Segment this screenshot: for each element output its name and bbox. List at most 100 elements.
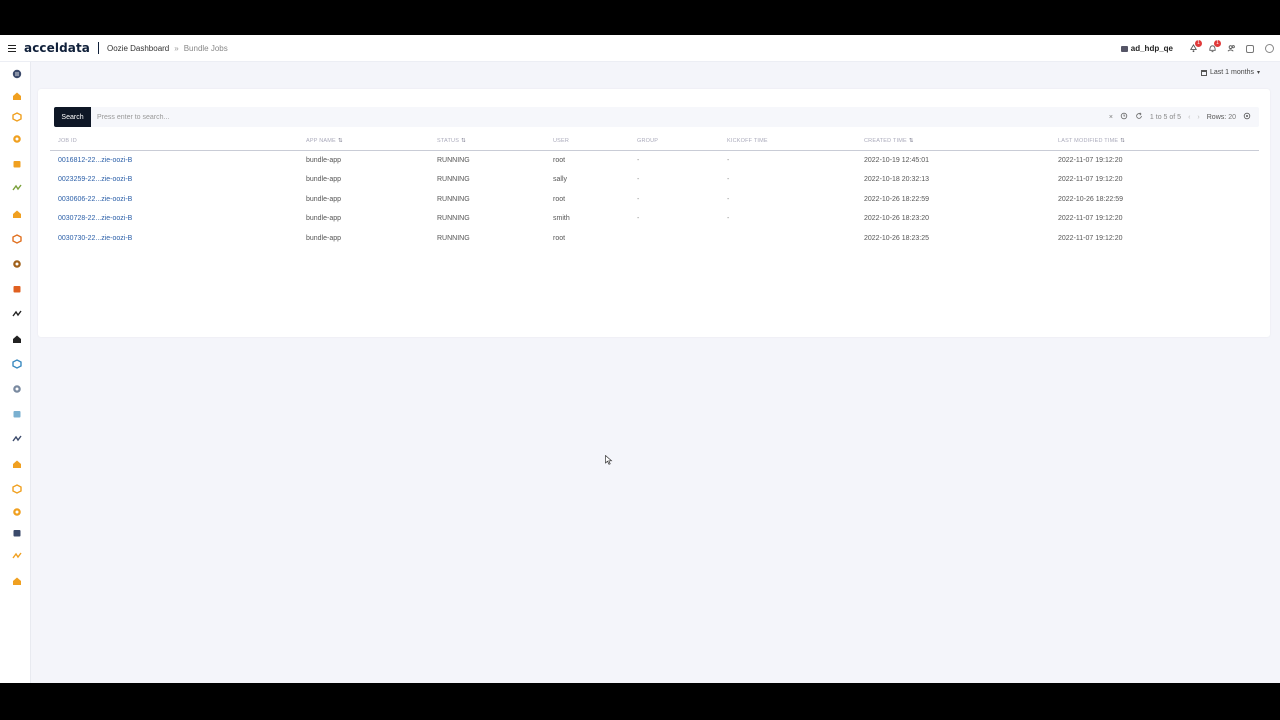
spark-icon[interactable] bbox=[11, 233, 22, 244]
search-bar: Search × 1 to 5 of 5 ‹ › Rows: 20 bbox=[54, 107, 1259, 127]
wave-icon[interactable] bbox=[11, 408, 22, 419]
server-icon[interactable] bbox=[11, 527, 22, 538]
network-icon[interactable] bbox=[11, 333, 22, 344]
yarn-icon[interactable] bbox=[11, 182, 22, 193]
trend-icon[interactable] bbox=[11, 283, 22, 294]
search-button[interactable]: Search bbox=[54, 107, 91, 127]
table-cell-kickoff-time: - bbox=[727, 195, 730, 203]
oozie-icon[interactable] bbox=[11, 433, 22, 444]
table-row[interactable]: 0016812-22...zie-oozi-B bundle-app RUNNING… bbox=[50, 151, 1259, 170]
column-header-label: APP NAME bbox=[306, 138, 336, 144]
job-id-link[interactable]: 0016812-22...zie-oozi-B bbox=[58, 157, 132, 164]
table-cell-status: RUNNING bbox=[437, 176, 470, 184]
history-icon[interactable] bbox=[1120, 112, 1128, 122]
table-cell-last-modified-time: 2022-11-07 19:12:20 bbox=[1058, 176, 1123, 184]
job-id-link[interactable]: 0030730-22...zie-oozi-B bbox=[58, 235, 132, 242]
table-cell-created-time: 2022-10-26 18:23:20 bbox=[864, 215, 929, 223]
rows-per-page-select[interactable]: 20 bbox=[1228, 114, 1236, 121]
table-cell-kickoff-time: - bbox=[727, 215, 730, 223]
notifications-bell-icon[interactable]: 1 bbox=[1207, 39, 1221, 54]
table-cell-last-modified-time: 2022-11-07 19:12:20 bbox=[1058, 215, 1123, 223]
column-header-label: CREATED TIME bbox=[864, 138, 907, 144]
calendar-icon bbox=[1201, 69, 1207, 76]
column-header-app-name[interactable]: APP NAME ⇅ bbox=[306, 138, 343, 144]
pagination-summary: 1 to 5 of 5 bbox=[1149, 113, 1182, 121]
grid-icon[interactable] bbox=[11, 506, 22, 517]
table-row[interactable]: 0030728-22...zie-oozi-B bundle-app RUNNING… bbox=[50, 209, 1259, 228]
column-header-group: GROUP bbox=[637, 138, 658, 144]
table-cell-group: - bbox=[637, 215, 640, 223]
top-header: acceldata Oozie Dashboard » Bundle Jobs … bbox=[0, 35, 1280, 62]
table-cell-kickoff-time: - bbox=[727, 157, 730, 164]
table-toolbar: × 1 to 5 of 5 ‹ › Rows: 20 bbox=[1109, 112, 1259, 122]
table-cell-app-name: bundle-app bbox=[306, 215, 342, 223]
table-cell-app-name: bundle-app bbox=[306, 234, 342, 242]
column-header-created-time[interactable]: CREATED TIME ⇅ bbox=[864, 138, 914, 144]
clear-search-icon[interactable]: × bbox=[1109, 114, 1113, 121]
acceldata-logo[interactable]: acceldata bbox=[24, 41, 90, 55]
bundle-jobs-table: JOB ID APP NAME ⇅ STATUS ⇅ USER GROUP KICKOFF T… bbox=[50, 133, 1259, 248]
chevron-down-icon: ▾ bbox=[1256, 70, 1260, 76]
search-input[interactable] bbox=[91, 107, 1109, 127]
rows-per-page-label: Rows: bbox=[1206, 113, 1227, 121]
cluster-name: ad_hdp_qe bbox=[1130, 44, 1173, 53]
app-switcher-icon[interactable] bbox=[1245, 44, 1255, 54]
menu-circle-icon[interactable] bbox=[11, 68, 22, 79]
cluster-selector[interactable]: ad_hdp_qe bbox=[1120, 44, 1173, 53]
table-cell-user: root bbox=[553, 234, 566, 242]
previous-page-icon[interactable]: ‹ bbox=[1188, 114, 1190, 121]
hamburger-menu-icon[interactable] bbox=[8, 44, 16, 52]
column-header-status[interactable]: STATUS ⇅ bbox=[437, 138, 466, 144]
table-cell-created-time: 2022-10-26 18:22:59 bbox=[864, 195, 929, 203]
users-icon[interactable] bbox=[1226, 44, 1236, 54]
cube-icon[interactable] bbox=[11, 111, 22, 122]
report-icon[interactable] bbox=[11, 458, 22, 469]
druid-icon[interactable] bbox=[11, 383, 22, 394]
command-icon[interactable] bbox=[11, 575, 22, 586]
job-id-link[interactable]: 0030606-22...zie-oozi-B bbox=[58, 196, 132, 203]
table-row[interactable]: 0030730-22...zie-oozi-B bundle-app RUNNING… bbox=[50, 229, 1259, 248]
column-settings-icon[interactable] bbox=[1243, 112, 1251, 122]
bell-icon[interactable] bbox=[11, 550, 22, 561]
table-row[interactable]: 0023259-22...zie-oozi-B bundle-app RUNNING… bbox=[50, 170, 1259, 189]
database-icon[interactable] bbox=[11, 483, 22, 494]
kafka-icon[interactable] bbox=[11, 308, 22, 319]
user-avatar-icon[interactable] bbox=[1264, 44, 1274, 54]
zookeeper-icon[interactable] bbox=[11, 358, 22, 369]
sort-icon[interactable]: ⇅ bbox=[1120, 138, 1125, 144]
breadcrumb-separator: » bbox=[174, 43, 179, 53]
table-cell-user: sally bbox=[553, 176, 568, 184]
sort-icon[interactable]: ⇅ bbox=[909, 138, 914, 144]
job-id-link[interactable]: 0030728-22...zie-oozi-B bbox=[58, 215, 132, 222]
table-cell-last-modified-time: 2022-11-07 19:12:20 bbox=[1058, 234, 1123, 242]
table-cell-user: root bbox=[553, 157, 566, 164]
column-header-label: USER bbox=[553, 138, 570, 144]
next-page-icon[interactable]: › bbox=[1197, 114, 1199, 121]
home-icon[interactable] bbox=[11, 90, 22, 101]
hive-icon[interactable] bbox=[11, 208, 22, 219]
job-id-link[interactable]: 0023259-22...zie-oozi-B bbox=[58, 176, 132, 183]
refresh-icon[interactable] bbox=[1135, 112, 1143, 122]
mouse-cursor-icon bbox=[605, 455, 613, 465]
sort-icon[interactable]: ⇅ bbox=[461, 138, 466, 144]
alerts-badge: 1 bbox=[1195, 39, 1202, 47]
breadcrumb-oozie-dashboard[interactable]: Oozie Dashboard bbox=[107, 44, 169, 53]
bundle-jobs-card: Search × 1 to 5 of 5 ‹ › Rows: 20 bbox=[38, 89, 1270, 337]
app-window: acceldata Oozie Dashboard » Bundle Jobs … bbox=[0, 35, 1280, 683]
column-header-kickoff-time: KICKOFF TIME bbox=[727, 138, 768, 144]
column-header-label: STATUS bbox=[437, 138, 460, 144]
table-cell-kickoff-time: - bbox=[727, 176, 730, 184]
date-range-filter[interactable]: Last 1 months ▾ bbox=[1201, 69, 1260, 76]
table-cell-user: smith bbox=[553, 215, 570, 223]
hbase-icon[interactable] bbox=[11, 258, 22, 269]
column-header-last-modified-time[interactable]: LAST MODIFIED TIME ⇅ bbox=[1058, 138, 1125, 144]
hadoop-elephant-icon[interactable] bbox=[11, 158, 22, 169]
layers-icon[interactable] bbox=[11, 133, 22, 144]
alerts-icon[interactable]: 1 bbox=[1188, 39, 1202, 54]
table-row[interactable]: 0030606-22...zie-oozi-B bundle-app RUNNING… bbox=[50, 190, 1259, 209]
table-body: 0016812-22...zie-oozi-B bundle-app RUNNING… bbox=[50, 151, 1259, 248]
header-actions: ad_hdp_qe 1 1 bbox=[1120, 35, 1274, 62]
table-cell-created-time: 2022-10-18 20:32:13 bbox=[864, 176, 929, 184]
table-cell-status: RUNNING bbox=[437, 215, 470, 223]
sort-icon[interactable]: ⇅ bbox=[338, 138, 343, 144]
